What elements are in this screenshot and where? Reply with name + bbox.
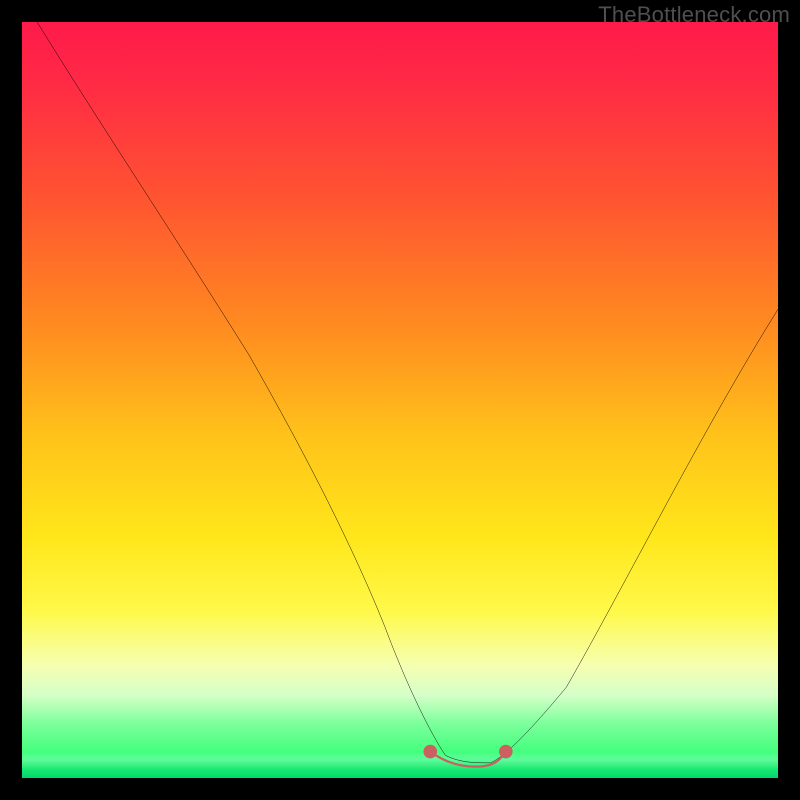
- bottleneck-curve: [37, 22, 778, 763]
- chart-frame: TheBottleneck.com: [0, 0, 800, 800]
- plot-area: [22, 22, 778, 778]
- curve-layer: [22, 22, 778, 778]
- highlight-start-dot: [423, 745, 437, 759]
- highlight-end-dot: [499, 745, 513, 759]
- highlight-range: [430, 752, 506, 767]
